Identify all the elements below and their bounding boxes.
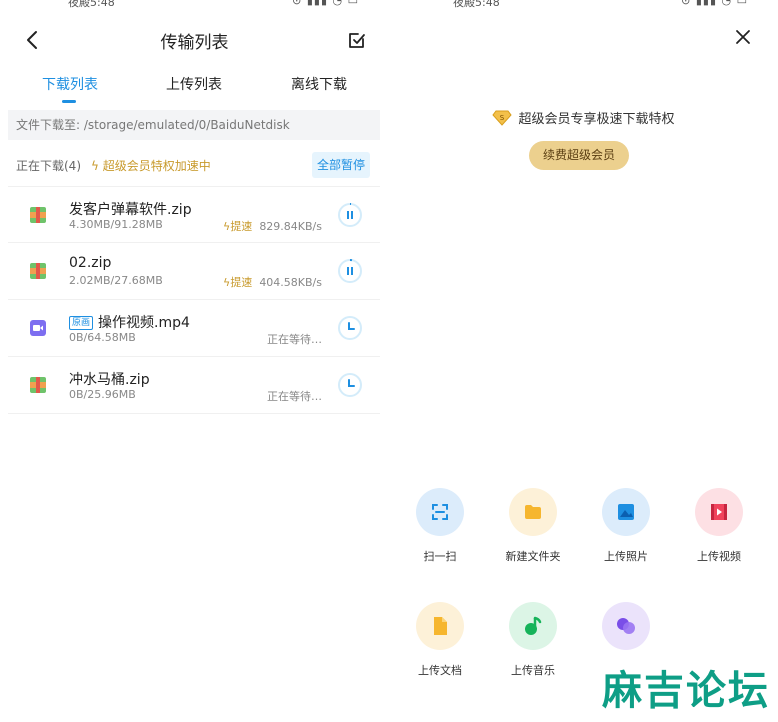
quick-actions-screen: 夜殿5:48 ⊙ ▮▮▮ ◔ ▭ S 超级会员专享极速下载特权 续费超级会员 扫… bbox=[389, 0, 778, 722]
forum-watermark: 麻吉论坛 bbox=[602, 668, 770, 714]
file-status: 正在等待… bbox=[267, 390, 322, 403]
file-size: 0B/25.96MB bbox=[69, 388, 136, 401]
tab-active-indicator bbox=[62, 100, 76, 103]
file-speed: ϟ提速 829.84KB/s bbox=[223, 220, 322, 233]
tab-offline-download[interactable]: 离线下载 bbox=[291, 74, 347, 94]
downloading-count: 正在下载(4) bbox=[16, 159, 81, 173]
status-icons: ⊙ ▮▮▮ ◔ ▭ bbox=[681, 0, 748, 7]
select-check-icon[interactable] bbox=[347, 30, 367, 50]
waiting-clock-icon[interactable] bbox=[338, 316, 362, 340]
scan-button[interactable]: 扫一扫 bbox=[405, 488, 475, 564]
file-speed: ϟ提速 404.58KB/s bbox=[223, 276, 322, 289]
tab-bar: 下载列表 上传列表 离线下载 bbox=[0, 74, 389, 106]
file-name: 冲水马桶.zip bbox=[69, 372, 150, 388]
pause-button-icon[interactable] bbox=[338, 203, 362, 227]
zip-file-icon bbox=[30, 377, 46, 393]
action-label: 新建文件夹 bbox=[505, 550, 561, 563]
original-quality-badge: 原画 bbox=[69, 316, 94, 330]
file-list: 发客户弹幕软件.zip 4.30MB/91.28MB ϟ提速 829.84KB/… bbox=[8, 186, 380, 414]
vip-diamond-icon: S bbox=[492, 110, 513, 126]
lightning-icon: ϟ bbox=[91, 159, 99, 173]
zip-file-icon bbox=[30, 207, 46, 223]
status-time: 夜殿5:48 bbox=[68, 0, 115, 9]
svg-text:S: S bbox=[500, 114, 505, 122]
folder-circle bbox=[509, 488, 557, 536]
tab-download-list[interactable]: 下载列表 bbox=[42, 74, 98, 94]
action-label: 上传视频 bbox=[697, 550, 741, 563]
pause-all-button[interactable]: 全部暂停 bbox=[312, 152, 370, 178]
list-item[interactable]: 原画 操作视频.mp4 0B/64.58MB 正在等待… bbox=[8, 300, 380, 357]
action-label: 上传文档 bbox=[418, 664, 462, 677]
waiting-clock-icon[interactable] bbox=[338, 373, 362, 397]
status-bar: 夜殿5:48 ⊙ ▮▮▮ ◔ ▭ bbox=[389, 0, 778, 9]
action-label: 上传照片 bbox=[604, 550, 648, 563]
status-bar: 夜殿5:48 ⊙ ▮▮▮ ◔ ▭ bbox=[0, 0, 389, 9]
folder-icon bbox=[525, 505, 541, 519]
upload-music-button[interactable]: 上传音乐 bbox=[498, 602, 568, 678]
file-size: 0B/64.58MB bbox=[69, 331, 136, 344]
document-icon bbox=[434, 617, 447, 635]
file-name: 发客户弹幕软件.zip bbox=[69, 202, 192, 218]
scan-circle bbox=[416, 488, 464, 536]
music-icon bbox=[525, 616, 542, 635]
photo-circle bbox=[602, 488, 650, 536]
action-label: 扫一扫 bbox=[423, 550, 457, 563]
vip-speedup-label: ϟ 超级会员特权加速中 bbox=[91, 159, 211, 173]
vip-privilege-text: S 超级会员专享极速下载特权 bbox=[389, 108, 778, 127]
music-circle bbox=[509, 602, 557, 650]
upload-photo-button[interactable]: 上传照片 bbox=[591, 488, 661, 564]
video-file-icon bbox=[30, 320, 46, 336]
tab-upload-list[interactable]: 上传列表 bbox=[166, 74, 222, 94]
list-item[interactable]: 冲水马桶.zip 0B/25.96MB 正在等待… bbox=[8, 357, 380, 414]
file-name: 原画 操作视频.mp4 bbox=[69, 312, 190, 332]
circles-circle bbox=[602, 602, 650, 650]
page-title: 传输列表 bbox=[160, 33, 229, 53]
video-icon bbox=[711, 504, 727, 520]
status-icons: ⊙ ▮▮▮ ◔ ▭ bbox=[292, 0, 359, 7]
pause-button-icon[interactable] bbox=[338, 259, 362, 283]
upload-document-button[interactable]: 上传文档 bbox=[405, 602, 475, 678]
file-size: 4.30MB/91.28MB bbox=[69, 218, 163, 231]
status-time: 夜殿5:48 bbox=[453, 0, 500, 9]
video-circle bbox=[695, 488, 743, 536]
file-size: 2.02MB/27.68MB bbox=[69, 274, 163, 287]
file-status: 正在等待… bbox=[267, 333, 322, 346]
list-item[interactable]: 02.zip 2.02MB/27.68MB ϟ提速 404.58KB/s bbox=[8, 243, 380, 300]
action-label: 上传音乐 bbox=[511, 664, 555, 677]
header: 传输列表 bbox=[0, 24, 389, 56]
zip-file-icon bbox=[30, 263, 46, 279]
scan-icon bbox=[432, 504, 448, 520]
close-icon[interactable] bbox=[734, 28, 752, 46]
renew-vip-button[interactable]: 续费超级会员 bbox=[529, 141, 629, 170]
document-circle bbox=[416, 602, 464, 650]
more-action-button[interactable] bbox=[591, 602, 661, 662]
downloading-header: 正在下载(4) ϟ 超级会员特权加速中 全部暂停 bbox=[0, 152, 389, 178]
new-folder-button[interactable]: 新建文件夹 bbox=[498, 488, 568, 564]
upload-video-button[interactable]: 上传视频 bbox=[684, 488, 754, 564]
file-name: 02.zip bbox=[69, 255, 112, 271]
photo-icon bbox=[618, 504, 634, 520]
transfer-list-screen: 夜殿5:48 ⊙ ▮▮▮ ◔ ▭ 传输列表 下载列表 上传列表 离线下载 文件下… bbox=[0, 0, 389, 722]
download-path-bar: 文件下载至: /storage/emulated/0/BaiduNetdisk bbox=[8, 110, 380, 140]
circles-icon bbox=[617, 618, 635, 634]
list-item[interactable]: 发客户弹幕软件.zip 4.30MB/91.28MB ϟ提速 829.84KB/… bbox=[8, 186, 380, 243]
